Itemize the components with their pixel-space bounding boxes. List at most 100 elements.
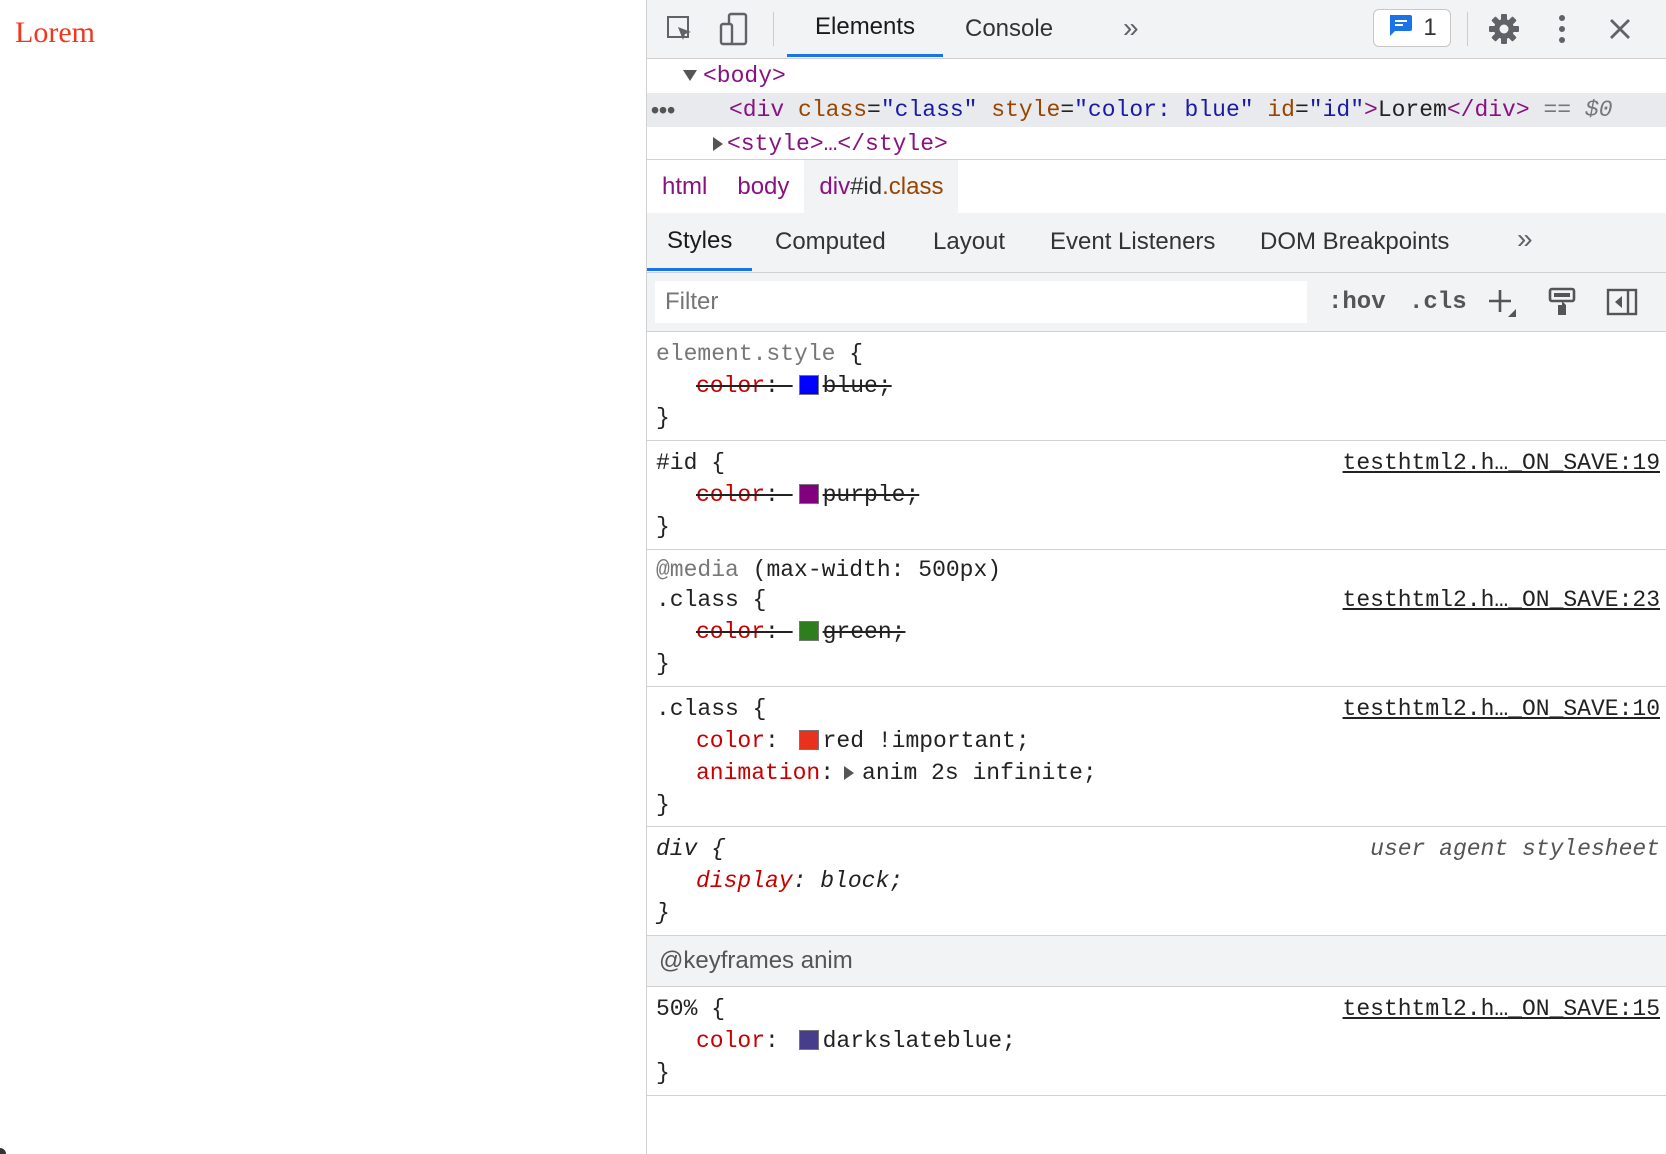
- rule-selector: #id: [656, 450, 698, 476]
- new-rule-plus-icon[interactable]: [1483, 283, 1521, 321]
- tab-layout[interactable]: Layout: [913, 213, 1025, 271]
- inspect-element-icon[interactable]: [663, 12, 697, 46]
- property-value: red !important;: [822, 728, 1030, 754]
- expand-triangle-icon[interactable]: [844, 765, 855, 780]
- dom-node-style[interactable]: <style>…</style>: [647, 127, 1666, 161]
- color-swatch[interactable]: [798, 484, 819, 504]
- color-swatch[interactable]: [798, 621, 819, 641]
- property-name: color: [696, 482, 766, 508]
- filter-bar: :hov .cls: [647, 273, 1666, 332]
- color-swatch[interactable]: [798, 375, 819, 395]
- user-agent-label: user agent stylesheet: [1370, 836, 1660, 862]
- rule-selector: .class: [656, 696, 739, 722]
- page-viewport: Lorem: [0, 0, 646, 1154]
- cls-button[interactable]: .cls: [1409, 283, 1467, 321]
- issues-button[interactable]: 1: [1373, 9, 1451, 47]
- rule-element-style: element.style { color: blue; }: [647, 332, 1666, 441]
- more-subtabs-icon[interactable]: »: [1517, 223, 1533, 255]
- tab-computed[interactable]: Computed: [755, 213, 906, 271]
- property-name: color: [696, 728, 766, 754]
- close-icon[interactable]: [1603, 12, 1637, 46]
- keyframes-header: @keyframes anim: [647, 936, 1666, 987]
- devtools-panel: Elements Console » 1 <body> ••• <div cla…: [646, 0, 1666, 1154]
- ellipsis-icon[interactable]: •••: [651, 93, 675, 127]
- page-lorem-text: Lorem: [15, 16, 95, 49]
- crumb-class: .class: [882, 172, 944, 200]
- declaration[interactable]: color: green;: [656, 616, 1666, 648]
- attr-value: "id": [1308, 97, 1365, 123]
- declaration[interactable]: color: red !important;: [656, 725, 1666, 757]
- color-swatch[interactable]: [798, 1030, 819, 1050]
- rule-selector: element.style: [656, 341, 836, 367]
- rule-keyframe-50: 50% {testhtml2.h…_ON_SAVE:15 color: dark…: [647, 987, 1666, 1096]
- attr-value: "color: blue": [1074, 97, 1254, 123]
- rule-selector: div: [656, 836, 698, 862]
- more-options-icon[interactable]: [1545, 12, 1579, 46]
- tab-event-listeners[interactable]: Event Listeners: [1030, 213, 1235, 271]
- attr-value: "class": [880, 97, 978, 123]
- breadcrumb-div[interactable]: div #id .class: [804, 160, 959, 213]
- property-name: animation: [696, 760, 821, 786]
- rule-user-agent: div {user agent stylesheet display: bloc…: [647, 827, 1666, 936]
- tab-dom-breakpoints[interactable]: DOM Breakpoints: [1240, 213, 1469, 271]
- body-tag: <body>: [703, 63, 786, 89]
- declaration[interactable]: color: purple;: [656, 479, 1666, 511]
- settings-gear-icon[interactable]: [1487, 12, 1521, 46]
- paint-brush-icon[interactable]: [1543, 283, 1581, 321]
- div-tag-bracket: >: [1364, 97, 1378, 123]
- rule-id: #id {testhtml2.h…_ON_SAVE:19 color: purp…: [647, 441, 1666, 550]
- device-toolbar-icon[interactable]: [717, 12, 751, 46]
- div-tag-open: <div: [729, 97, 785, 123]
- source-link[interactable]: testhtml2.h…_ON_SAVE:15: [1343, 993, 1660, 1025]
- attr-name: style: [991, 97, 1061, 123]
- breadcrumb: html body div #id .class: [647, 159, 1666, 214]
- media-keyword: @media: [656, 557, 739, 583]
- tab-elements[interactable]: Elements: [787, 0, 944, 57]
- media-query: (max-width: 500px): [752, 557, 1002, 583]
- rule-selector: .class: [656, 587, 739, 613]
- source-link[interactable]: testhtml2.h…_ON_SAVE:23: [1343, 584, 1660, 616]
- rule-media-class: @media (max-width: 500px) .class {testht…: [647, 550, 1666, 687]
- dom-node-selected-div[interactable]: ••• <div class="class" style="color: blu…: [647, 93, 1666, 127]
- devtools-toolbar: Elements Console » 1: [647, 0, 1666, 59]
- crumb-tag: div: [819, 172, 851, 200]
- breadcrumb-body[interactable]: body: [722, 160, 804, 213]
- toggle-sidebar-icon[interactable]: [1603, 283, 1641, 321]
- tab-styles[interactable]: Styles: [647, 213, 753, 271]
- hov-button[interactable]: :hov: [1328, 283, 1386, 321]
- collapse-triangle-icon[interactable]: [683, 70, 697, 82]
- color-swatch[interactable]: [798, 730, 819, 750]
- property-value: block;: [820, 868, 904, 894]
- filter-input[interactable]: [655, 281, 1307, 323]
- declaration[interactable]: animation: anim 2s infinite;: [656, 757, 1666, 789]
- styles-subtabs: Styles Computed Layout Event Listeners D…: [647, 213, 1666, 273]
- more-tabs-icon[interactable]: »: [1123, 12, 1139, 44]
- property-value: blue;: [822, 373, 892, 399]
- style-rules: element.style { color: blue; } #id {test…: [647, 332, 1666, 1096]
- property-value: green;: [822, 619, 906, 645]
- tab-console[interactable]: Console: [937, 0, 1081, 57]
- rule-class: .class {testhtml2.h…_ON_SAVE:10 color: r…: [647, 687, 1666, 827]
- declaration[interactable]: color: blue;: [656, 370, 1666, 402]
- expand-triangle-icon[interactable]: [713, 136, 723, 151]
- rule-selector: 50%: [656, 996, 698, 1022]
- breadcrumb-html[interactable]: html: [647, 160, 722, 213]
- property-name: color: [696, 1028, 766, 1054]
- style-tag: <style>…</style>: [727, 131, 948, 157]
- issues-count: 1: [1423, 14, 1437, 41]
- toolbar-separator: [1467, 12, 1468, 46]
- source-link[interactable]: testhtml2.h…_ON_SAVE:10: [1343, 693, 1660, 725]
- declaration[interactable]: display: block;: [656, 865, 1666, 897]
- message-icon: [1387, 13, 1413, 44]
- attr-name: class: [798, 97, 868, 123]
- property-name: color: [696, 373, 766, 399]
- selected-marker: == $0: [1543, 97, 1613, 123]
- window-corner: [0, 1148, 6, 1154]
- toolbar-separator: [773, 12, 774, 46]
- declaration[interactable]: color: darkslateblue;: [656, 1025, 1666, 1057]
- source-link[interactable]: testhtml2.h…_ON_SAVE:19: [1343, 447, 1660, 479]
- property-value: purple;: [822, 482, 920, 508]
- div-tag-close: </div>: [1446, 97, 1530, 123]
- property-name: color: [696, 619, 766, 645]
- dom-node-body[interactable]: <body>: [647, 59, 1666, 93]
